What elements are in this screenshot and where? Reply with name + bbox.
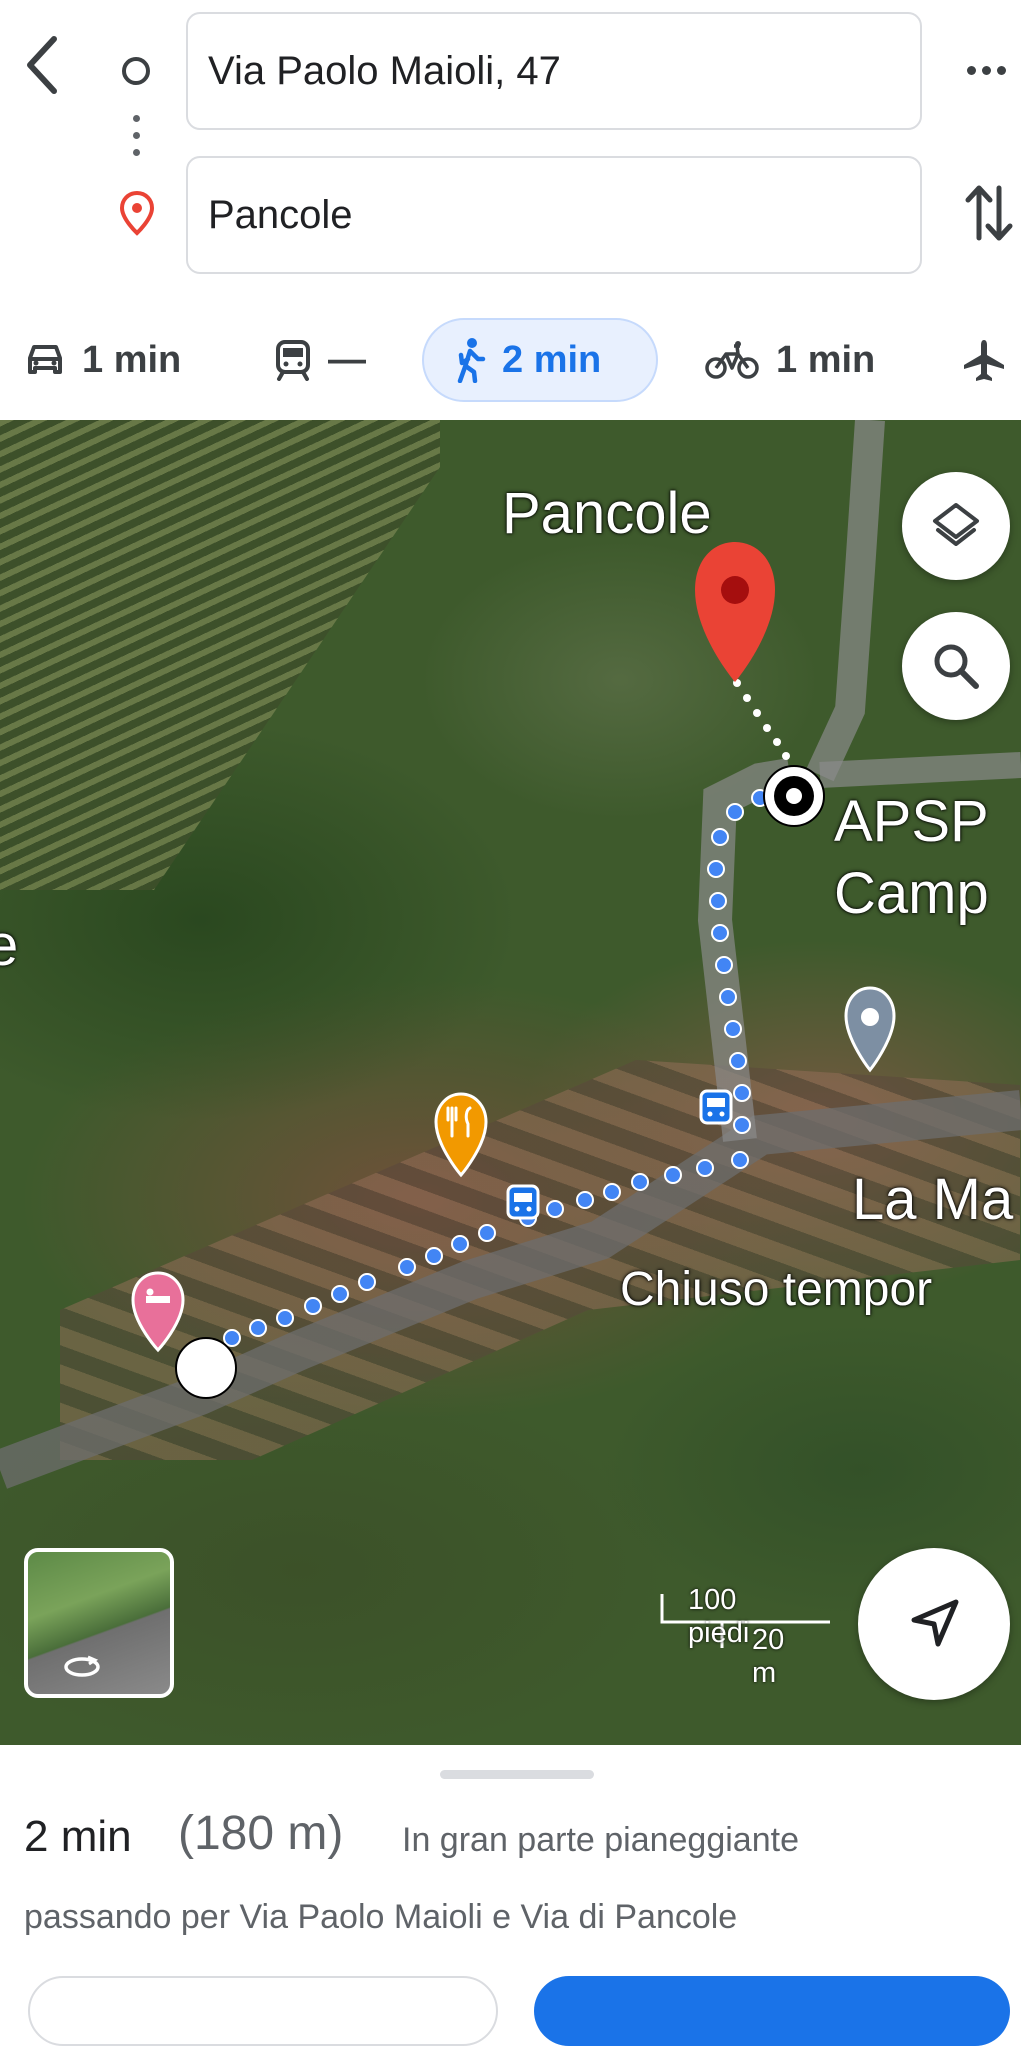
street-view-thumbnail[interactable]	[24, 1548, 174, 1698]
map-label-pancole: Pancole	[502, 481, 712, 546]
destination-pin-icon	[118, 190, 156, 241]
origin-field[interactable]: Via Paolo Maioli, 47	[186, 12, 922, 130]
destination-map-pin	[695, 542, 775, 682]
route-duration: 2 min	[24, 1812, 132, 1861]
start-marker	[175, 1337, 237, 1399]
map-label-apsp: APSP	[834, 789, 989, 854]
bike-icon	[705, 341, 759, 379]
origin-circle-icon	[122, 57, 150, 85]
mode-flight[interactable]	[960, 318, 1008, 402]
street-view-icon	[64, 1655, 100, 1677]
layers-button[interactable]	[902, 472, 1010, 580]
map-label-camp: Camp	[834, 861, 989, 926]
route-via: passando per Via Paolo Maioli e Via di P…	[24, 1898, 738, 1936]
car-icon	[28, 345, 62, 374]
mode-walk[interactable]: 2 min	[422, 318, 658, 402]
route-summary-sheet	[0, 1745, 1021, 2000]
route-distance: (180 m)	[178, 1807, 344, 1860]
final-walk-dots	[733, 679, 790, 760]
my-location-button[interactable]	[858, 1548, 1010, 1700]
mode-car[interactable]: 1 min	[24, 318, 181, 402]
my-location-icon	[911, 1599, 959, 1647]
map-view[interactable]: Pancole APSP Camp La Ma Chiuso tempor e …	[0, 420, 1021, 1745]
mode-bike-label: 1 min	[776, 338, 876, 381]
train-icon	[276, 340, 310, 381]
swap-icon	[965, 185, 1013, 241]
secondary-action-button[interactable]	[28, 1976, 498, 2046]
walk-icon	[457, 338, 486, 383]
map-search-button[interactable]	[902, 612, 1010, 720]
map-label-chiuso: Chiuso tempor	[620, 1263, 933, 1316]
sheet-drag-handle[interactable]	[440, 1770, 594, 1779]
scale-metric: 20 m	[752, 1624, 785, 1689]
search-icon	[934, 644, 979, 689]
back-arrow-icon	[27, 36, 57, 94]
destination-text: Pancole	[208, 192, 353, 237]
map-label-la-ma: La Ma	[852, 1167, 1014, 1232]
mode-walk-label: 2 min	[502, 338, 602, 381]
layers-icon	[933, 503, 979, 546]
map-label-cut: e	[0, 913, 19, 978]
back-button[interactable]	[14, 30, 70, 100]
origin-text: Via Paolo Maioli, 47	[208, 48, 561, 93]
mode-transit-label: —	[328, 338, 366, 381]
destination-field[interactable]: Pancole	[186, 156, 922, 274]
more-options-icon	[966, 65, 976, 75]
flight-icon	[964, 340, 1004, 381]
mode-transit[interactable]: —	[274, 318, 366, 402]
swap-button[interactable]	[962, 178, 1016, 248]
more-options-button[interactable]	[956, 40, 1016, 100]
route-terrain: In gran parte pianeggiante	[402, 1821, 799, 1859]
mode-car-label: 1 min	[82, 338, 182, 381]
scale-imperial: 100 piedi	[688, 1584, 750, 1649]
start-navigation-button[interactable]	[534, 1976, 1010, 2046]
route-dots-icon	[133, 115, 141, 165]
mode-bike[interactable]: 1 min	[704, 318, 875, 402]
route-overlay	[0, 420, 1021, 1489]
